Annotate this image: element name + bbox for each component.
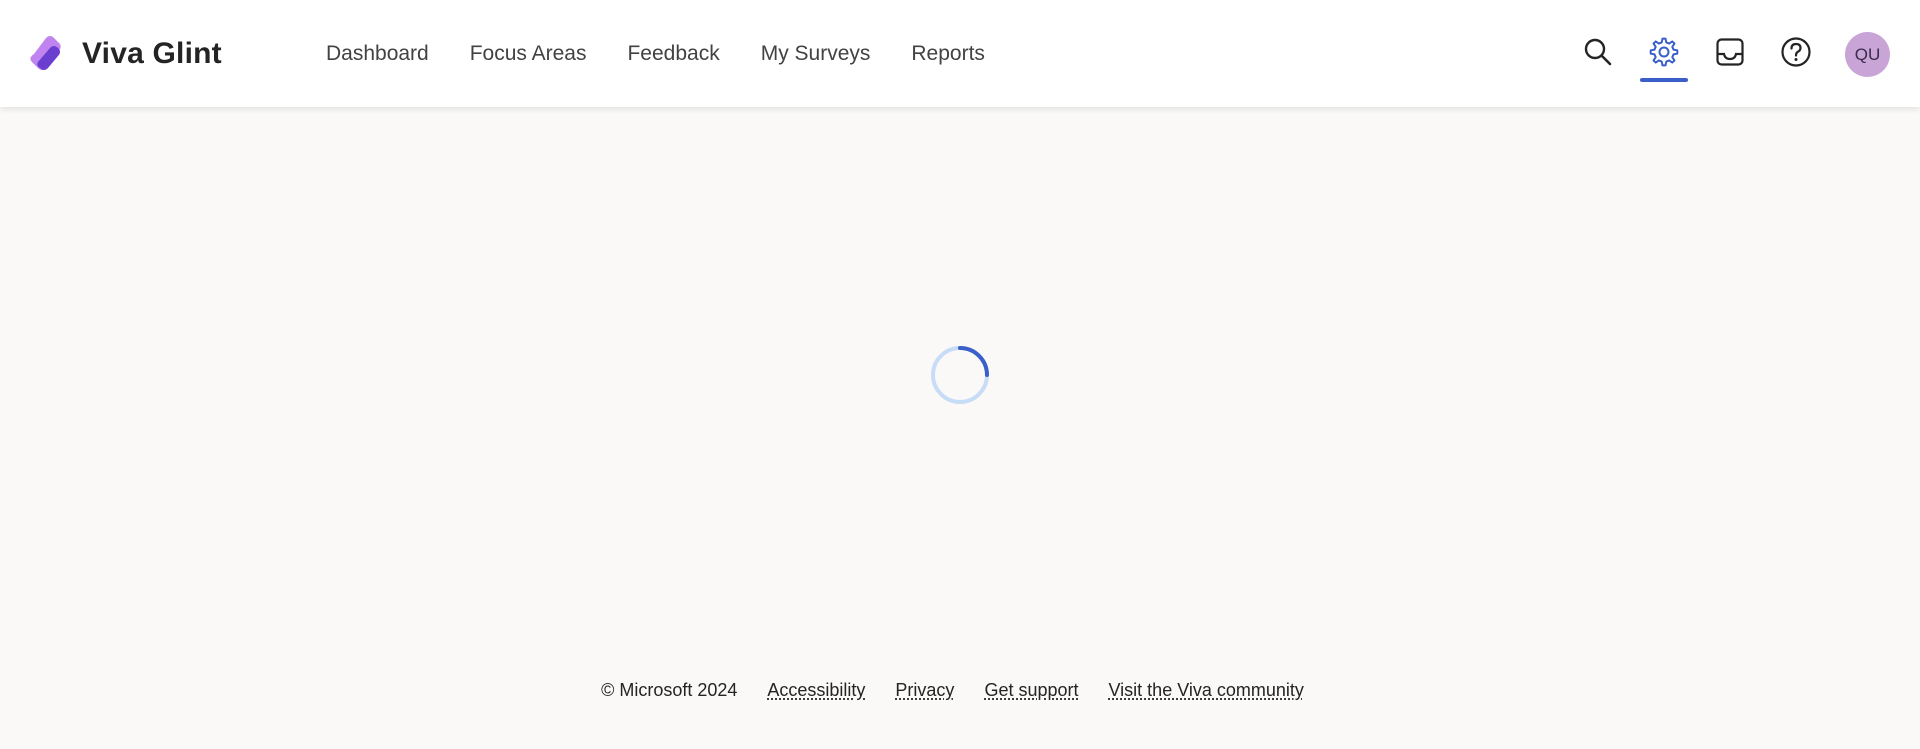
help-icon bbox=[1780, 36, 1812, 73]
nav-item-feedback[interactable]: Feedback bbox=[627, 42, 719, 66]
footer: © Microsoft 2024 Accessibility Privacy G… bbox=[0, 680, 1920, 701]
gear-icon bbox=[1648, 36, 1680, 73]
search-button[interactable] bbox=[1578, 34, 1618, 74]
help-button[interactable] bbox=[1776, 34, 1816, 74]
footer-link-viva-community[interactable]: Visit the Viva community bbox=[1109, 680, 1304, 701]
user-avatar[interactable]: QU bbox=[1845, 32, 1890, 77]
copyright-text: © Microsoft 2024 bbox=[601, 680, 738, 700]
loading-spinner bbox=[930, 345, 990, 405]
settings-button[interactable] bbox=[1640, 34, 1688, 82]
nav-item-focus-areas[interactable]: Focus Areas bbox=[470, 42, 587, 66]
footer-link-privacy[interactable]: Privacy bbox=[895, 680, 954, 701]
nav-item-my-surveys[interactable]: My Surveys bbox=[761, 42, 871, 66]
nav-item-reports[interactable]: Reports bbox=[911, 42, 985, 66]
app-title: Viva Glint bbox=[82, 37, 222, 70]
nav-item-dashboard[interactable]: Dashboard bbox=[326, 42, 429, 66]
inbox-button[interactable] bbox=[1710, 34, 1750, 74]
footer-link-get-support[interactable]: Get support bbox=[984, 680, 1078, 701]
inbox-icon bbox=[1715, 37, 1745, 72]
search-icon bbox=[1583, 37, 1613, 72]
footer-link-accessibility[interactable]: Accessibility bbox=[767, 680, 865, 701]
top-header: Viva Glint Dashboard Focus Areas Feedbac… bbox=[0, 0, 1920, 107]
viva-glint-logo-icon bbox=[26, 34, 64, 74]
main-nav: Dashboard Focus Areas Feedback My Survey… bbox=[326, 42, 1026, 66]
brand[interactable]: Viva Glint bbox=[26, 32, 222, 76]
